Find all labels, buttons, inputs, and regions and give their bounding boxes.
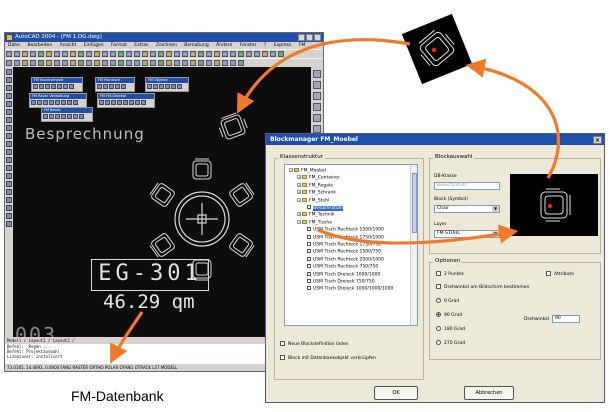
caption: FM-Datenbank xyxy=(71,388,164,404)
arrow-icon xyxy=(110,38,560,364)
arrows-overlay xyxy=(110,38,560,364)
